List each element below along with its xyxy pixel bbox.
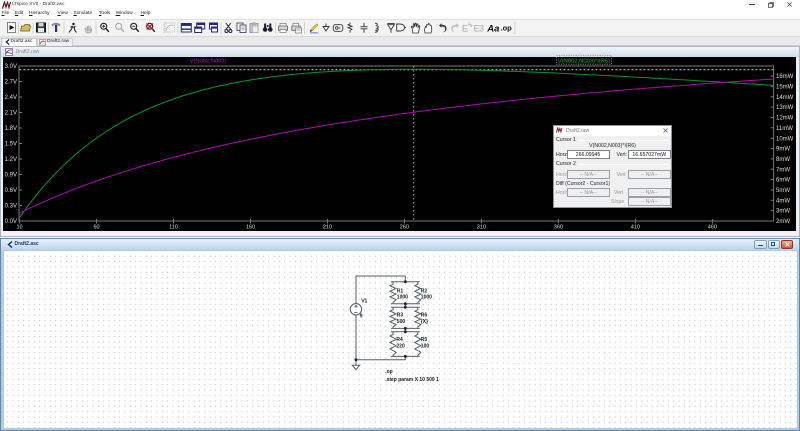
svg-text:0.0V: 0.0V <box>5 219 17 225</box>
svg-text:0.9V: 0.9V <box>5 173 17 179</box>
svg-text:3.0V: 3.0V <box>5 64 17 70</box>
svg-text:2.4V: 2.4V <box>5 95 17 101</box>
svg-text:360: 360 <box>554 225 563 231</box>
svg-text:R6: R6 <box>421 312 428 318</box>
svg-text:{X}: {X} <box>421 319 428 325</box>
svg-text:9mW: 9mW <box>776 147 790 153</box>
svg-text:410: 410 <box>631 225 640 231</box>
svg-text:260: 260 <box>400 225 409 231</box>
svg-text:160: 160 <box>246 225 255 231</box>
svg-text:1.2V: 1.2V <box>5 157 17 163</box>
svg-text:12mW: 12mW <box>776 116 794 122</box>
svg-text:1.5V: 1.5V <box>5 142 17 148</box>
svg-text:E: E <box>462 24 468 34</box>
svg-text:3: 3 <box>479 24 484 34</box>
svg-text:210: 210 <box>323 225 332 231</box>
svg-text:11mW: 11mW <box>776 126 793 132</box>
svg-text:14mW: 14mW <box>776 95 794 101</box>
svg-text:R4: R4 <box>396 337 403 343</box>
svg-text:15mW: 15mW <box>776 85 794 91</box>
svg-text:R5: R5 <box>421 337 428 343</box>
svg-text:100: 100 <box>421 344 430 350</box>
svg-text:V1: V1 <box>361 299 367 305</box>
svg-text:R2: R2 <box>421 289 428 295</box>
svg-text:5mW: 5mW <box>776 188 790 194</box>
svg-text:4mW: 4mW <box>776 198 790 204</box>
svg-text:16mW: 16mW <box>776 74 794 80</box>
svg-text:1.8V: 1.8V <box>5 126 17 132</box>
svg-text:Aa: Aa <box>486 24 499 35</box>
svg-text:6mW: 6mW <box>776 178 790 184</box>
svg-text:10mW: 10mW <box>776 136 794 142</box>
svg-text:R1: R1 <box>397 289 404 295</box>
svg-text:500: 500 <box>397 319 406 325</box>
svg-text:220: 220 <box>396 344 405 350</box>
svg-text:R3: R3 <box>397 312 404 318</box>
svg-text:110: 110 <box>169 225 178 231</box>
svg-text:460: 460 <box>708 225 717 231</box>
svg-text:V(N002,N003): V(N002,N003) <box>189 59 226 65</box>
svg-text:9: 9 <box>360 314 363 320</box>
svg-text:10: 10 <box>16 225 22 231</box>
svg-text:.op: .op <box>501 24 513 33</box>
svg-text:.step param X 10 500 1: .step param X 10 500 1 <box>385 377 439 383</box>
svg-text:0.3V: 0.3V <box>5 204 17 210</box>
svg-text:2.1V: 2.1V <box>5 111 17 117</box>
svg-text:0.6V: 0.6V <box>5 188 17 194</box>
svg-text:.op: .op <box>385 369 393 375</box>
svg-text:2mW: 2mW <box>776 219 790 225</box>
svg-text:60: 60 <box>93 225 99 231</box>
svg-text:8mW: 8mW <box>776 157 790 163</box>
svg-text:7mW: 7mW <box>776 167 790 173</box>
svg-text:3mW: 3mW <box>776 209 790 215</box>
svg-text:1000: 1000 <box>397 295 408 301</box>
svg-text:2.7V: 2.7V <box>5 80 17 86</box>
svg-text:1000: 1000 <box>421 295 432 301</box>
svg-text:13mW: 13mW <box>776 105 794 111</box>
svg-text:310: 310 <box>477 225 486 231</box>
svg-text:V(N002,N003)*I(R6): V(N002,N003)*I(R6) <box>558 59 610 65</box>
